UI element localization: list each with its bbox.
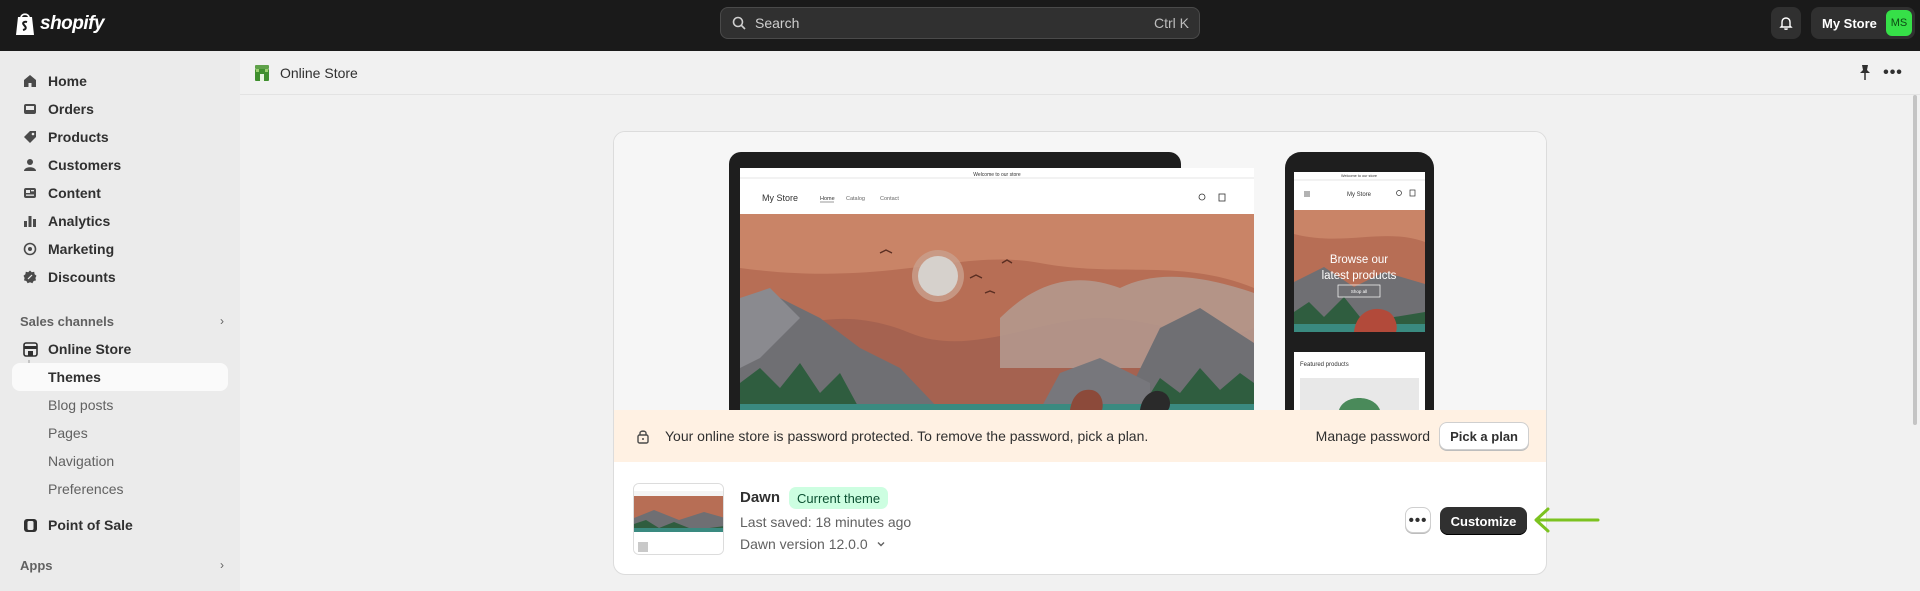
sidebar-item-label: Customers [48, 157, 122, 173]
sidebar: Home Orders Products Customers Content A… [0, 51, 240, 591]
sidebar-item-products[interactable]: Products [12, 123, 228, 151]
sidebar-item-label: Themes [48, 369, 101, 385]
sidebar-item-label: Content [48, 185, 101, 201]
sidebar-item-label: Products [48, 129, 109, 145]
search-bar[interactable]: Search Ctrl K [720, 7, 1200, 39]
current-theme-row: Dawn Current theme Last saved: 18 minute… [614, 462, 1546, 574]
preview-nav-catalog: Catalog [846, 196, 865, 202]
storefront-icon [22, 341, 38, 357]
chevron-right-icon: › [220, 314, 224, 328]
mobile-hero-line1: Browse our [1330, 254, 1388, 266]
sidebar-item-themes[interactable]: Themes [12, 363, 228, 391]
mobile-shop-all: Shop all [1351, 289, 1367, 294]
more-actions-icon[interactable]: ••• [1882, 64, 1904, 82]
shopify-bag-icon [16, 13, 34, 35]
pointer-arrow-icon [1534, 507, 1600, 533]
theme-thumbnail [633, 483, 724, 555]
sidebar-item-label: Point of Sale [48, 517, 133, 533]
sidebar-item-label: Navigation [48, 453, 115, 469]
sidebar-item-label: Orders [48, 101, 94, 117]
bar-chart-icon [22, 213, 38, 229]
home-icon [22, 73, 38, 89]
theme-version-text: Dawn version 12.0.0 [740, 536, 868, 552]
pick-a-plan-button[interactable]: Pick a plan [1439, 422, 1529, 450]
sidebar-item-online-store[interactable]: Online Store [12, 335, 228, 363]
page-title: Online Store [280, 65, 358, 81]
mobile-announcement: Welcome to our store [1341, 174, 1377, 178]
sidebar-item-label: Home [48, 73, 87, 89]
store-name: My Store [1822, 15, 1877, 31]
customize-button[interactable]: Customize [1440, 507, 1527, 535]
sidebar-item-pages[interactable]: Pages [12, 419, 228, 447]
apps-section[interactable]: Apps › [20, 555, 224, 575]
top-bar: shopify Search Ctrl K My Store MS [0, 0, 1920, 51]
sidebar-item-point-of-sale[interactable]: Point of Sale [12, 511, 228, 539]
desktop-preview-screen: Welcome to our store My Store Home Catal… [740, 168, 1254, 410]
sidebar-item-blog-posts[interactable]: Blog posts [12, 391, 228, 419]
password-banner: Your online store is password protected.… [614, 410, 1546, 462]
orders-icon [22, 101, 38, 117]
store-menu-button[interactable]: My Store MS [1811, 7, 1915, 39]
bell-icon [1779, 17, 1793, 30]
sidebar-item-label: Preferences [48, 481, 124, 497]
search-icon [732, 16, 746, 30]
sidebar-item-preferences[interactable]: Preferences [12, 475, 228, 503]
sidebar-item-label: Online Store [48, 341, 132, 357]
theme-card: Welcome to our store My Store Home Catal… [613, 131, 1547, 575]
last-saved-text: Last saved: 18 minutes ago [740, 514, 912, 530]
preview-nav-home: Home [820, 196, 835, 202]
pos-icon [22, 517, 38, 533]
banner-text: Your online store is password protected.… [665, 428, 1149, 444]
logo-text: shopify [40, 13, 105, 34]
sidebar-item-content[interactable]: Content [12, 179, 228, 207]
sidebar-item-marketing[interactable]: Marketing [12, 235, 228, 263]
current-theme-badge: Current theme [789, 487, 889, 509]
sidebar-item-analytics[interactable]: Analytics [12, 207, 228, 235]
preview-store-name: My Store [762, 193, 798, 203]
sidebar-item-label: Marketing [48, 241, 115, 257]
avatar: MS [1886, 10, 1912, 36]
theme-actions-button[interactable]: ••• [1405, 507, 1431, 533]
sidebar-item-discounts[interactable]: Discounts [12, 263, 228, 291]
online-store-icon [255, 65, 269, 81]
scrollbar[interactable] [1913, 95, 1917, 425]
person-icon [22, 157, 38, 173]
sidebar-item-navigation[interactable]: Navigation [12, 447, 228, 475]
preview-announcement: Welcome to our store [973, 172, 1021, 178]
page-header: Online Store [240, 51, 1920, 95]
theme-preview: Welcome to our store My Store Home Catal… [614, 132, 1546, 410]
mobile-store-name: My Store [1347, 192, 1372, 198]
notifications-button[interactable] [1771, 7, 1801, 39]
sidebar-item-label: Analytics [48, 213, 111, 229]
chevron-down-icon [877, 542, 885, 547]
sidebar-item-orders[interactable]: Orders [12, 95, 228, 123]
section-label: Apps [20, 557, 53, 573]
lock-icon [637, 430, 649, 444]
mobile-featured-label: Featured products [1300, 362, 1349, 368]
section-label: Sales channels [20, 313, 114, 329]
search-placeholder: Search [755, 15, 800, 31]
discount-icon [22, 269, 38, 285]
sidebar-item-label: Blog posts [48, 397, 114, 413]
sidebar-item-home[interactable]: Home [12, 67, 228, 95]
search-shortcut: Ctrl K [1154, 15, 1189, 31]
sidebar-item-label: Discounts [48, 269, 116, 285]
desktop-preview-frame: Welcome to our store My Store Home Catal… [729, 152, 1254, 410]
preview-nav-contact: Contact [880, 196, 899, 202]
target-icon [22, 241, 38, 257]
content-icon [22, 185, 38, 201]
theme-name: Dawn [740, 489, 781, 506]
mobile-preview-frame: Welcome to our store My Store Browse our… [1285, 152, 1434, 410]
theme-version-dropdown[interactable]: Dawn version 12.0.0 [740, 536, 886, 552]
sales-channels-section[interactable]: Sales channels › [20, 311, 224, 331]
chevron-right-icon: › [220, 558, 224, 572]
sidebar-item-label: Pages [48, 425, 88, 441]
tag-icon [22, 129, 38, 145]
sidebar-item-customers[interactable]: Customers [12, 151, 228, 179]
mobile-hero-line2: latest products [1322, 270, 1397, 282]
mobile-preview-screen: Welcome to our store My Store Browse our… [1294, 172, 1425, 410]
shopify-logo[interactable]: shopify [14, 11, 105, 37]
pin-icon[interactable] [1857, 64, 1873, 82]
manage-password-link[interactable]: Manage password [1316, 428, 1430, 444]
